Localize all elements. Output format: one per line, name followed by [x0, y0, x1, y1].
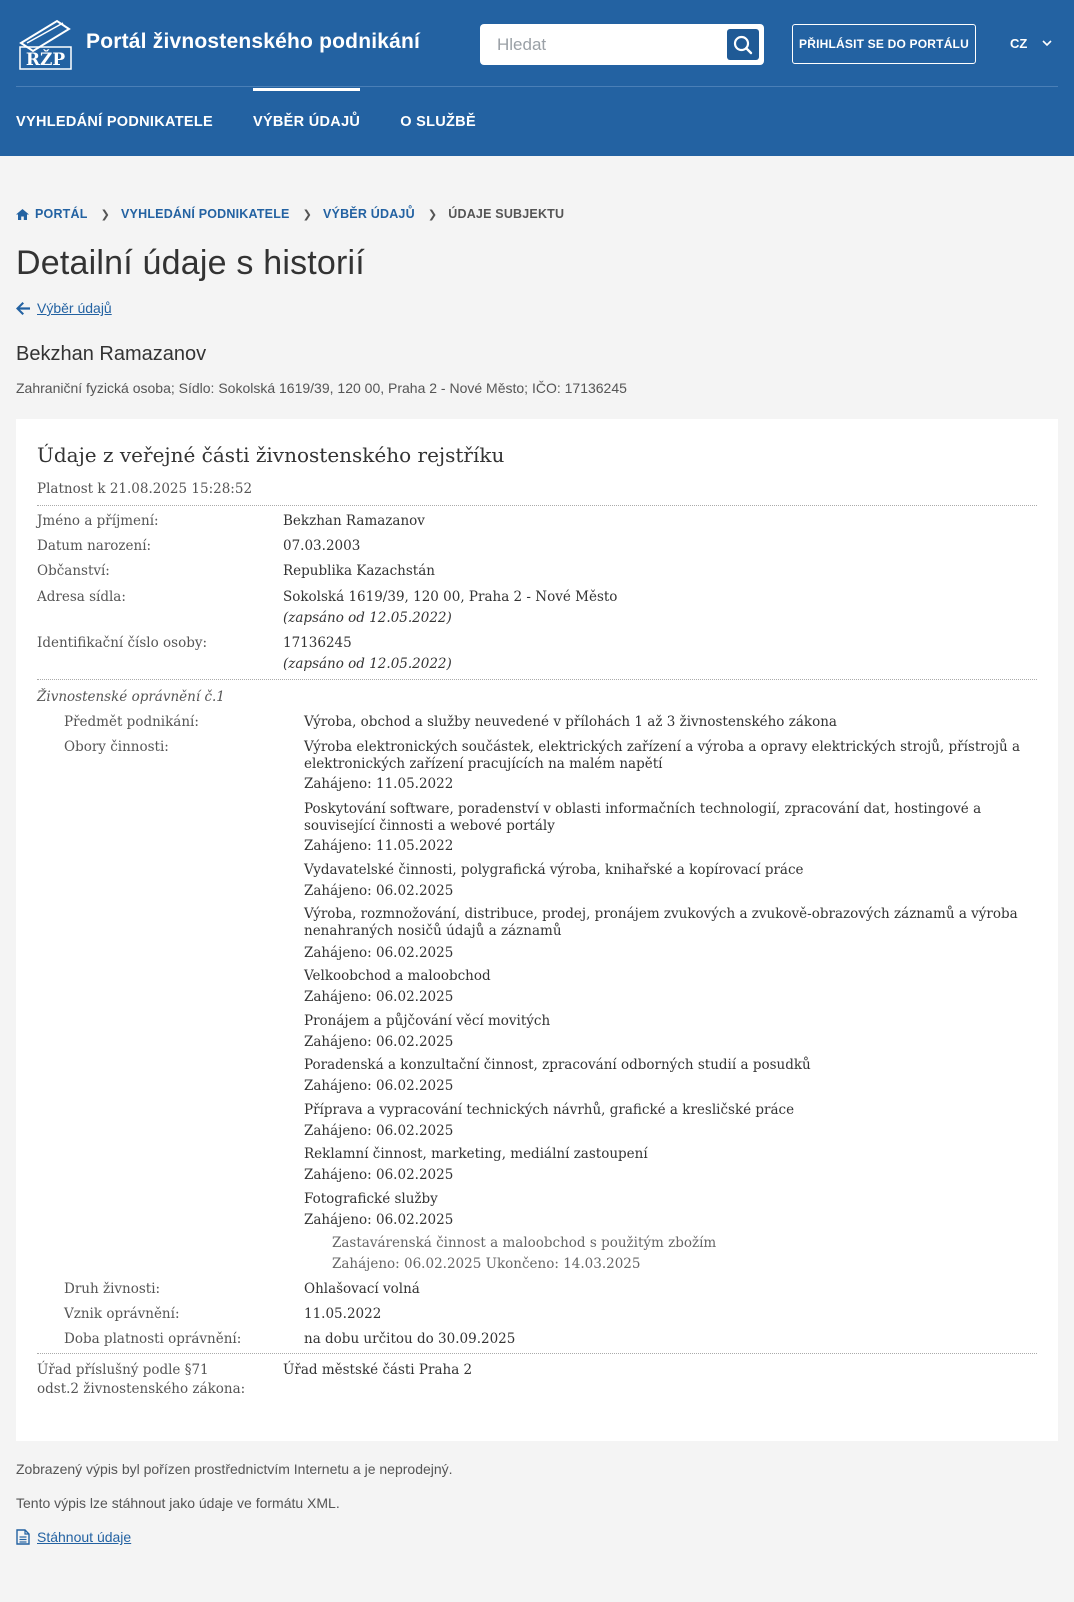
activity-name: Příprava a vypracování technických návrh…	[304, 1102, 795, 1118]
download-link[interactable]: Stáhnout údaje	[16, 1529, 131, 1545]
login-button[interactable]: PŘIHLÁSIT SE DO PORTÁLU	[792, 24, 976, 64]
activity-name: Poskytování software, poradenství v obla…	[304, 801, 982, 834]
activity-started: Zahájeno: 06.02.2025	[304, 1167, 454, 1183]
arrow-left-icon	[16, 301, 30, 315]
activity-started: Zahájeno: 06.02.2025	[304, 1123, 454, 1139]
license-title: Živnostenské oprávnění č.1	[37, 689, 225, 705]
activity-started: Zahájeno: 06.02.2025	[304, 1212, 454, 1228]
back-link-label: Výběr údajů	[37, 300, 112, 316]
activity-name: Výroba, rozmnožování, distribuce, prodej…	[304, 906, 1018, 939]
nav-item-about-service[interactable]: O SLUŽBĚ	[400, 88, 476, 156]
activity-name: Reklamní činnost, marketing, mediální za…	[304, 1146, 648, 1162]
activity-name: Pronájem a půjčování věcí movitých	[304, 1013, 551, 1029]
divider	[37, 1353, 1037, 1354]
activity-started: Zahájeno: 11.05.2022	[304, 838, 454, 854]
office-label-line-1: Úřad příslušný podle §71	[37, 1362, 209, 1378]
field-label: Vznik oprávnění:	[64, 1306, 180, 1322]
activity-started: Zahájeno: 06.02.2025	[304, 945, 454, 961]
logo-text: RŽP	[26, 49, 66, 70]
divider	[37, 505, 1037, 506]
office-value: Úřad městské části Praha 2	[283, 1362, 473, 1378]
search-input[interactable]	[497, 35, 717, 55]
card-title: Údaje z veřejné části živnostenského rej…	[37, 443, 505, 467]
field-value: Republika Kazachstán	[283, 563, 435, 579]
subject-name: Bekzhan Ramazanov	[16, 343, 207, 365]
nav-item-search-entrepreneur[interactable]: VYHLEDÁNÍ PODNIKATELE	[16, 88, 213, 156]
breadcrumb: PORTÁL ❯ VYHLEDÁNÍ PODNIKATELE ❯ VÝBĚR Ú…	[16, 207, 564, 221]
activity-name: Poradenská a konzultační činnost, zpraco…	[304, 1057, 811, 1073]
divider	[37, 679, 1037, 680]
breadcrumb-data-selection[interactable]: VÝBĚR ÚDAJŮ	[323, 207, 415, 221]
page-title: Detailní údaje s historií	[16, 244, 365, 282]
office-label-line-2: odst.2 živnostenského zákona:	[37, 1381, 246, 1397]
search-icon	[733, 35, 753, 54]
site-title[interactable]: Portál živnostenského podnikání	[86, 30, 420, 54]
field-value: 11.05.2022	[304, 1306, 382, 1322]
activity-started: Zahájeno: 06.02.2025	[304, 883, 454, 899]
activity-name: Výroba elektronických součástek, elektri…	[304, 739, 1021, 772]
historical-activity-name: Zastavárenská činnost a maloobchod s pou…	[332, 1235, 717, 1251]
field-value: 07.03.2003	[283, 538, 361, 554]
main-nav: VYHLEDÁNÍ PODNIKATELE VÝBĚR ÚDAJŮ O SLUŽ…	[16, 88, 516, 156]
field-label: Identifikační číslo osoby:	[37, 635, 208, 651]
field-label: Předmět podnikání:	[64, 714, 199, 730]
activity-name: Velkoobchod a maloobchod	[304, 968, 491, 984]
field-value: Ohlašovací volná	[304, 1281, 420, 1297]
activity-started: Zahájeno: 11.05.2022	[304, 776, 454, 792]
activity-name: Vydavatelské činnosti, polygrafická výro…	[304, 862, 804, 878]
field-label: Občanství:	[37, 563, 110, 579]
field-note: (zapsáno od 12.05.2022)	[283, 610, 452, 626]
card-validity: Platnost k 21.08.2025 15:28:52	[37, 481, 253, 497]
home-icon[interactable]	[16, 208, 29, 220]
field-label: Adresa sídla:	[37, 589, 126, 605]
activity-name: Fotografické služby	[304, 1191, 438, 1207]
back-link[interactable]: Výběr údajů	[16, 300, 112, 316]
field-label: Druh živnosti:	[64, 1281, 161, 1297]
field-label: Datum narození:	[37, 538, 152, 554]
search-button[interactable]	[727, 29, 759, 60]
field-label: Doba platnosti oprávnění:	[64, 1331, 242, 1347]
breadcrumb-portal[interactable]: PORTÁL	[35, 207, 88, 221]
field-value: Bekzhan Ramazanov	[283, 513, 425, 529]
activity-started: Zahájeno: 06.02.2025	[304, 989, 454, 1005]
rzp-logo[interactable]: RŽP	[17, 17, 74, 70]
breadcrumb-search-entrepreneur[interactable]: VYHLEDÁNÍ PODNIKATELE	[121, 207, 290, 221]
field-value: 17136245	[283, 635, 352, 651]
field-value: Sokolská 1619/39, 120 00, Praha 2 - Nové…	[283, 589, 618, 605]
language-selector[interactable]: CZ	[1010, 36, 1027, 51]
top-bar: RŽP Portál živnostenského podnikání PŘIH…	[16, 0, 1058, 87]
nav-item-data-selection[interactable]: VÝBĚR ÚDAJŮ	[252, 88, 361, 156]
activity-started: Zahájeno: 06.02.2025	[304, 1034, 454, 1050]
document-icon	[16, 1529, 30, 1545]
historical-activity-dates: Zahájeno: 06.02.2025 Ukončeno: 14.03.202…	[332, 1256, 641, 1272]
field-note: (zapsáno od 12.05.2022)	[283, 656, 452, 672]
footer-note-1: Zobrazený výpis byl pořízen prostřednict…	[16, 1461, 453, 1477]
breadcrumb-current: ÚDAJE SUBJEKTU	[448, 207, 565, 221]
footer-note-2: Tento výpis lze stáhnout jako údaje ve f…	[16, 1495, 340, 1511]
chevron-down-icon[interactable]	[1042, 36, 1052, 50]
subject-meta: Zahraniční fyzická osoba; Sídlo: Sokolsk…	[16, 380, 627, 396]
chevron-right-icon: ❯	[302, 208, 312, 221]
activity-started: Zahájeno: 06.02.2025	[304, 1078, 454, 1094]
field-value: Výroba, obchod a služby neuvedené v příl…	[304, 714, 837, 730]
field-value: na dobu určitou do 30.09.2025	[304, 1331, 516, 1347]
search-box	[480, 24, 764, 65]
site-header: RŽP Portál živnostenského podnikání PŘIH…	[0, 0, 1074, 156]
field-label: Jméno a příjmení:	[37, 513, 159, 529]
chevron-right-icon: ❯	[100, 208, 111, 221]
register-card: Údaje z veřejné části živnostenského rej…	[16, 419, 1058, 1441]
download-link-label: Stáhnout údaje	[37, 1529, 132, 1545]
chevron-right-icon: ❯	[427, 208, 438, 221]
field-label: Obory činnosti:	[64, 739, 169, 755]
